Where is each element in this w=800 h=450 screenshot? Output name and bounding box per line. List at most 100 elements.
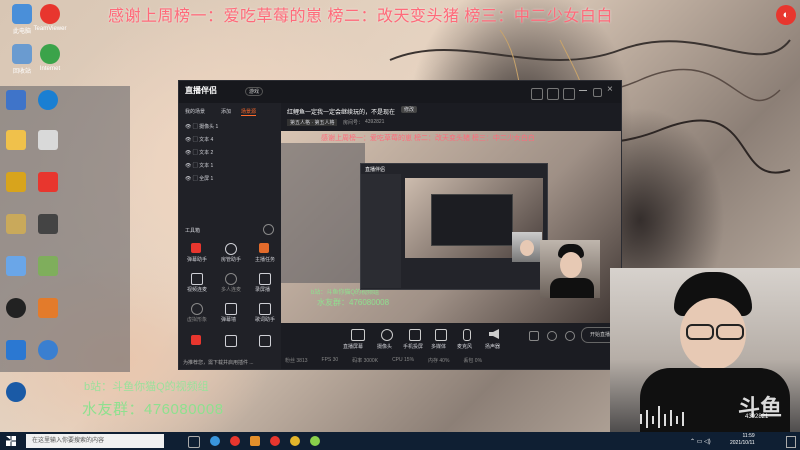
source-item[interactable]: 👁 ▢ 文本 4 bbox=[185, 136, 213, 143]
task-view-icon[interactable] bbox=[188, 436, 200, 448]
room-edit-button[interactable]: 修改 bbox=[401, 106, 418, 113]
watermark-room-id: 4392821 bbox=[745, 414, 769, 420]
streamer-face bbox=[520, 240, 534, 256]
computer-icon bbox=[12, 4, 32, 24]
screen-record-icon[interactable] bbox=[259, 273, 271, 285]
qq-taskbar-icon[interactable] bbox=[230, 436, 240, 446]
stat-item: 粉丝 3813 bbox=[285, 358, 308, 364]
tab-scene-source[interactable]: 场景源 bbox=[241, 108, 257, 116]
danmu-wall-icon[interactable] bbox=[225, 303, 237, 315]
vpn-icon[interactable] bbox=[38, 214, 58, 234]
settings-icon[interactable] bbox=[531, 88, 543, 100]
logitech-icon[interactable] bbox=[6, 298, 26, 318]
browser-icon[interactable] bbox=[6, 382, 26, 402]
cloud-drive-icon[interactable] bbox=[38, 340, 58, 360]
source-item[interactable]: 👁 ▢ 文本 2 bbox=[185, 149, 213, 156]
app-badge[interactable]: 游戏 bbox=[245, 87, 264, 96]
screen-capture-icon[interactable] bbox=[351, 329, 365, 341]
menu-icon[interactable] bbox=[563, 88, 575, 100]
folder-icon[interactable] bbox=[6, 130, 26, 150]
nested-sidebar bbox=[361, 174, 401, 288]
close-icon[interactable]: × bbox=[607, 84, 613, 95]
maximize-icon[interactable] bbox=[593, 88, 602, 97]
network-icon[interactable] bbox=[6, 90, 26, 110]
desktop-icon-internet[interactable]: Internet bbox=[32, 44, 68, 72]
avatar-icon[interactable] bbox=[191, 303, 203, 315]
notification-icon[interactable] bbox=[786, 436, 796, 448]
tool-label: 弹幕助手 bbox=[187, 257, 208, 263]
room-admin-icon[interactable] bbox=[225, 243, 237, 255]
camera-icon[interactable] bbox=[381, 329, 393, 341]
control-label: 多媒体 bbox=[431, 344, 447, 350]
audio-bar bbox=[658, 406, 660, 428]
obs-taskbar-icon[interactable] bbox=[290, 436, 300, 446]
stat-item: CPU 15% bbox=[392, 357, 415, 363]
game-icon[interactable] bbox=[6, 214, 26, 234]
category-label[interactable]: 第五人格 · 第五人格 bbox=[287, 119, 338, 126]
desktop-icon-teamviewer[interactable]: TeamViewer bbox=[32, 4, 68, 32]
eye-icon[interactable] bbox=[547, 331, 557, 341]
qq-icon[interactable] bbox=[6, 340, 26, 360]
source-item[interactable]: 👁 ▢ 摄像头 1 bbox=[185, 123, 218, 130]
preview-qq-group: 水友群：476080008 bbox=[317, 298, 390, 307]
desktop-icon-label: TeamViewer bbox=[33, 26, 67, 32]
lock-icon[interactable] bbox=[547, 88, 559, 100]
tab-my-scene[interactable]: 我的场景 bbox=[185, 108, 205, 115]
room-id-label: 房间号： bbox=[343, 120, 364, 126]
tool-icon[interactable] bbox=[38, 256, 58, 276]
stat-item: 内存 40% bbox=[428, 358, 450, 364]
microphone-icon[interactable] bbox=[463, 329, 471, 341]
lyrics-icon[interactable] bbox=[259, 303, 271, 315]
app-sidebar: 我的场景 添加 场景源 👁 ▢ 摄像头 1 👁 ▢ 文本 4 👁 ▢ 文本 2 … bbox=[179, 103, 281, 369]
interact-icon[interactable] bbox=[259, 335, 271, 347]
plugin-notice: 为推荐您，需下载并启用插件 ... bbox=[183, 360, 254, 366]
source-item[interactable]: 👁 ▢ 全屏 1 bbox=[185, 175, 213, 182]
clock-date: 2021/10/11 bbox=[730, 440, 755, 446]
video-link-icon[interactable] bbox=[191, 273, 203, 285]
douyu-taskbar-icon[interactable] bbox=[250, 436, 260, 446]
tools-settings-icon[interactable] bbox=[263, 224, 274, 235]
pk-icon[interactable] bbox=[191, 335, 201, 345]
source-item[interactable]: 👁 ▢ 文本 1 bbox=[185, 162, 213, 169]
douyu-icon[interactable] bbox=[38, 172, 58, 192]
gear-icon[interactable] bbox=[565, 331, 575, 341]
app-titlebar: 直播伴侣 游戏 × bbox=[179, 81, 621, 103]
tool-label: 录屏播 bbox=[255, 287, 271, 293]
live-icon[interactable] bbox=[6, 172, 26, 192]
desktop-icon-label: 回收站 bbox=[12, 69, 31, 75]
accelerator-icon[interactable] bbox=[38, 298, 58, 318]
tray-icons[interactable]: ⌃ ▭ ◁) bbox=[690, 438, 711, 445]
tool-label: 多人连麦 bbox=[221, 287, 242, 293]
tab-add[interactable]: 添加 bbox=[221, 108, 231, 115]
tool-taskbar-icon[interactable] bbox=[310, 436, 320, 446]
more-icon[interactable] bbox=[225, 335, 237, 347]
danmu-assistant-icon[interactable] bbox=[191, 243, 201, 253]
taskbar-clock[interactable]: 11:59 2021/10/11 bbox=[730, 433, 755, 447]
edge-icon[interactable] bbox=[210, 436, 220, 446]
taskbar-search-input[interactable]: 在这里输入你要搜索的内容 bbox=[26, 434, 164, 448]
tool-label: 视频连麦 bbox=[187, 287, 208, 293]
app-title: 直播伴侣 bbox=[185, 86, 217, 95]
tool-label: 主播任务 bbox=[255, 257, 276, 263]
app-taskbar-icon[interactable] bbox=[270, 436, 280, 446]
nested-inner-window bbox=[431, 194, 513, 246]
desktop-icon-label: Internet bbox=[39, 66, 61, 72]
preview-marquee: 感谢上周榜一：爱吃草莓的崽 榜二：改天变头猪 榜三：中二少女白白 bbox=[321, 135, 535, 142]
minimize-icon[interactable] bbox=[579, 90, 587, 91]
audio-bar bbox=[652, 416, 654, 424]
douyu-logo-icon[interactable]: ◐ bbox=[776, 5, 796, 25]
streamer-task-icon[interactable] bbox=[259, 243, 269, 253]
recycle-bin-icon bbox=[12, 44, 32, 64]
record-icon[interactable] bbox=[529, 331, 539, 341]
music-icon[interactable] bbox=[38, 90, 58, 110]
multi-link-icon[interactable] bbox=[225, 273, 237, 285]
speaker-icon[interactable] bbox=[489, 329, 499, 339]
glasses-right bbox=[716, 324, 744, 340]
streamer-face bbox=[560, 252, 582, 278]
teamviewer-icon bbox=[40, 4, 60, 24]
phone-cast-icon[interactable] bbox=[409, 329, 421, 341]
dolphin-icon[interactable] bbox=[6, 256, 26, 276]
wegame-icon[interactable] bbox=[38, 130, 58, 150]
media-icon[interactable] bbox=[435, 329, 447, 341]
clock-time: 11:59 bbox=[742, 433, 755, 439]
